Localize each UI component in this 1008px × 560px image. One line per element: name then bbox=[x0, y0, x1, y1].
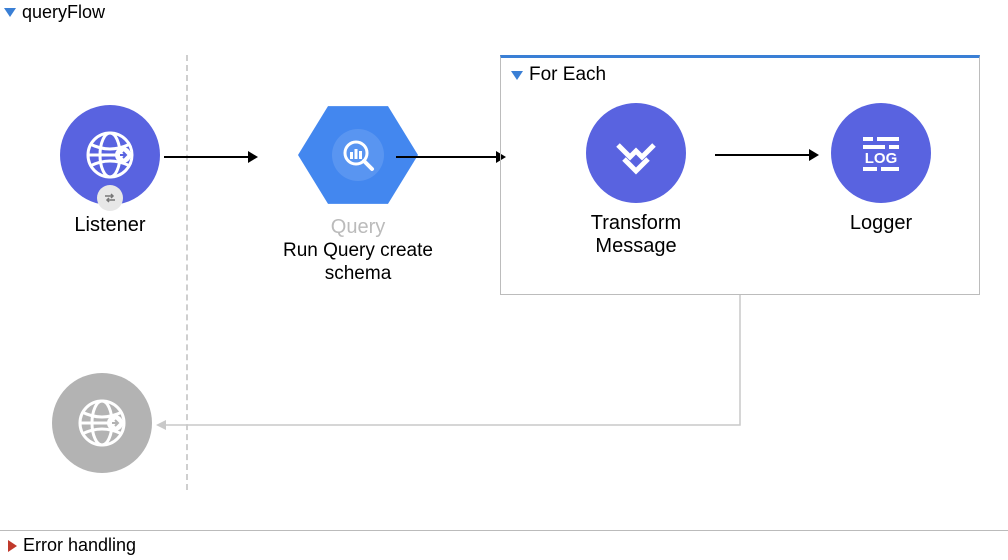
logger-label: Logger bbox=[850, 211, 912, 236]
query-label-top: Query bbox=[331, 215, 385, 240]
flow-header[interactable]: queryFlow bbox=[0, 0, 1008, 25]
exchange-badge-icon bbox=[97, 185, 123, 211]
return-path bbox=[150, 295, 840, 445]
arrow-icon bbox=[160, 145, 260, 169]
transform-label-2: Message bbox=[595, 234, 676, 259]
chevron-right-icon bbox=[8, 540, 17, 552]
flow-title: queryFlow bbox=[22, 2, 105, 23]
foreach-title: For Each bbox=[529, 64, 606, 86]
foreach-header[interactable]: For Each bbox=[501, 58, 979, 92]
transform-node[interactable]: Transform Message bbox=[556, 103, 716, 259]
globe-icon bbox=[52, 373, 152, 473]
arrow-icon bbox=[711, 143, 821, 167]
query-node[interactable]: Query Run Query create schema bbox=[258, 103, 458, 286]
query-label-line2: schema bbox=[325, 263, 392, 286]
flow-canvas: Listener Query Run Query create schema bbox=[0, 25, 1008, 515]
chevron-down-icon bbox=[511, 71, 523, 80]
listener-node[interactable]: Listener bbox=[40, 105, 180, 238]
transform-label-1: Transform bbox=[591, 211, 681, 236]
query-label-line1: Run Query create bbox=[283, 240, 433, 263]
error-handling-section[interactable]: Error handling bbox=[0, 530, 1008, 560]
logger-node[interactable]: LOG Logger bbox=[811, 103, 951, 236]
svg-text:LOG: LOG bbox=[865, 150, 898, 167]
chevron-down-icon bbox=[4, 8, 16, 17]
error-handling-title: Error handling bbox=[23, 535, 136, 556]
transform-icon bbox=[586, 103, 686, 203]
listener-label: Listener bbox=[74, 213, 145, 238]
response-node[interactable] bbox=[42, 373, 162, 473]
arrow-icon bbox=[392, 145, 508, 169]
foreach-scope[interactable]: For Each Transform Message bbox=[500, 55, 980, 295]
logger-icon: LOG bbox=[831, 103, 931, 203]
globe-icon bbox=[60, 105, 160, 205]
